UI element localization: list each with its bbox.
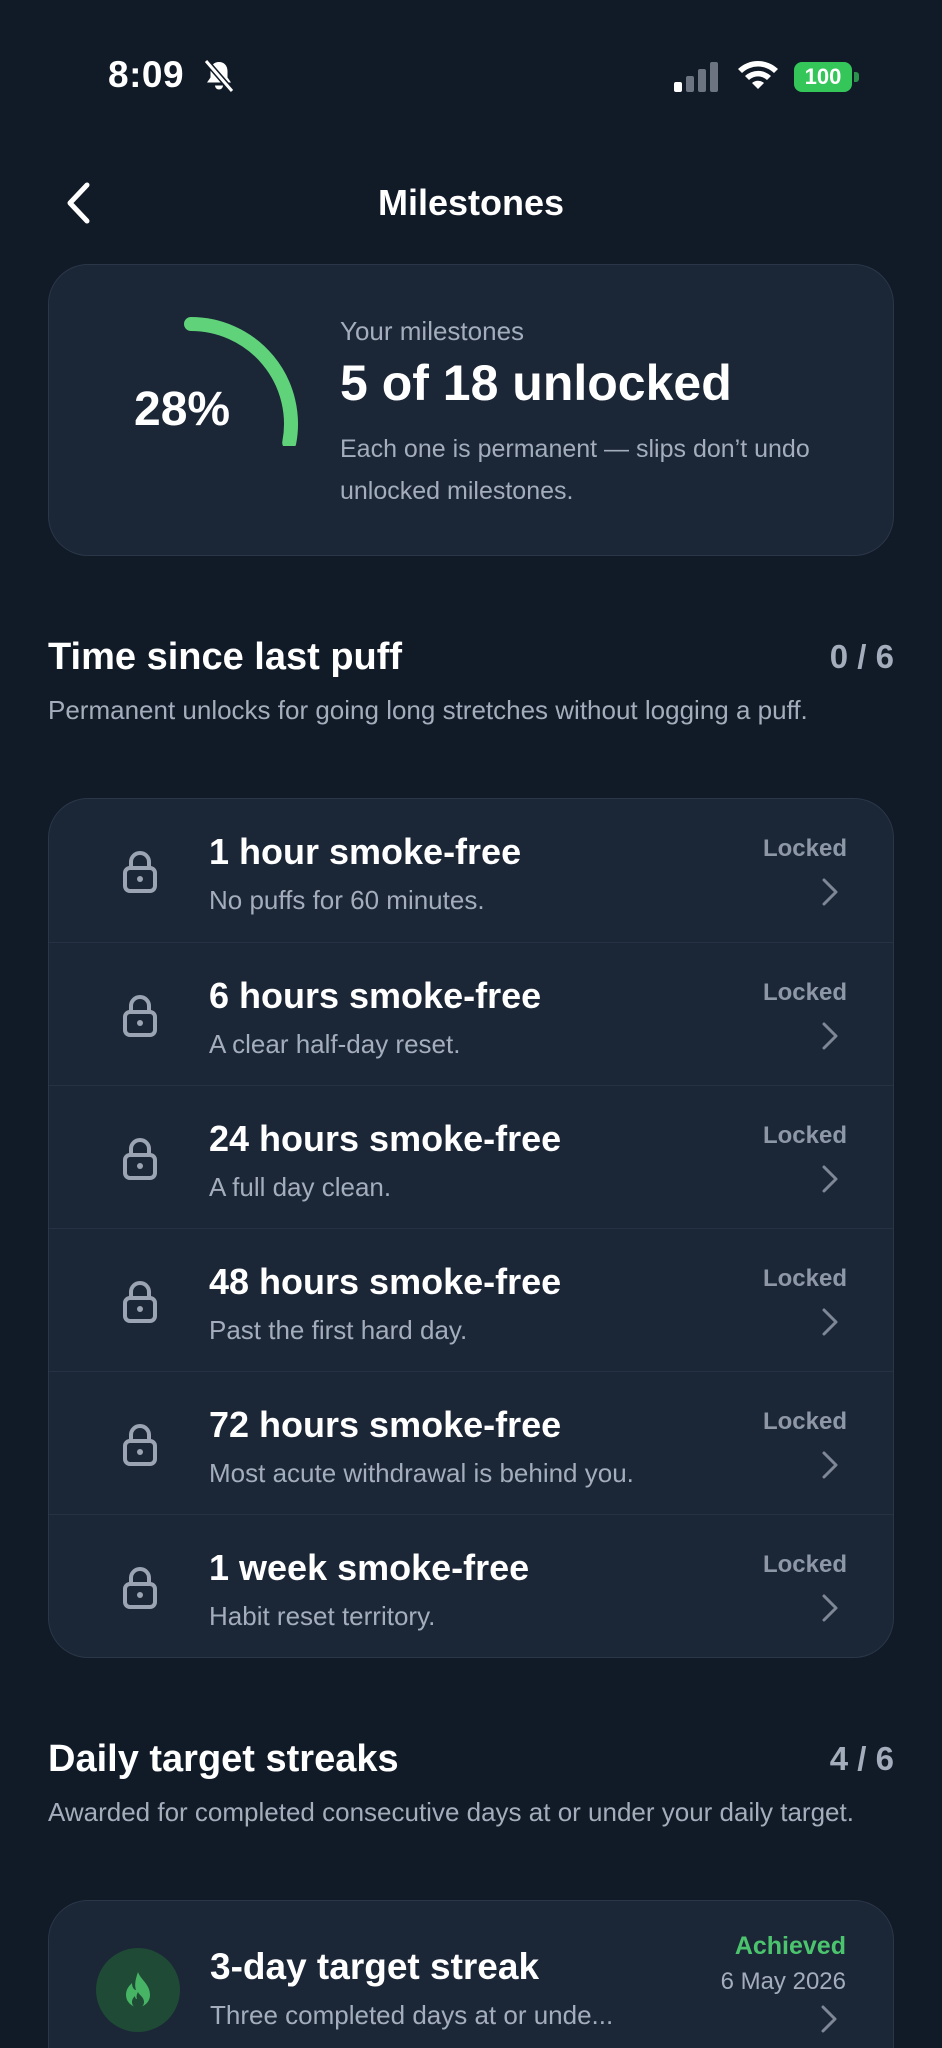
lock-icon [123,1567,157,1609]
milestone-status: Locked [762,979,847,1006]
summary-headline: 5 of 18 unlocked [340,355,732,411]
battery-icon: 100 [794,62,860,92]
chevron-right-icon [821,2005,837,2033]
milestone-title: 48 hours smoke-free [209,1261,562,1302]
milestone-subtitle: No puffs for 60 minutes. [209,885,485,915]
battery-level: 100 [794,62,852,92]
milestone-row[interactable]: 48 hours smoke-free Past the first hard … [49,1228,893,1371]
summary-note: Each one is permanent — slips don’t undo… [340,435,810,505]
status-time: 8:09 [108,54,185,95]
milestone-subtitle: Most acute withdrawal is behind you. [209,1458,634,1488]
status-bar: 8:09 100 [0,0,942,150]
lock-icon [123,1424,157,1466]
milestone-subtitle: Three completed days at or unde... [210,2000,614,2030]
chevron-right-icon [822,1451,838,1479]
section-count-time: 0 / 6 [829,638,894,675]
section-title-streaks: Daily target streaks [48,1738,399,1780]
milestone-row[interactable]: 1 week smoke-free Habit reset territory.… [49,1514,893,1657]
lock-icon [123,851,157,893]
milestone-title: 1 hour smoke-free [209,831,522,872]
lock-icon [123,1138,157,1180]
milestone-status-achieved: Achieved [734,1932,846,1960]
milestone-status: Locked [762,1408,847,1435]
milestone-date: 6 May 2026 [720,1968,846,1995]
lock-icon [123,995,157,1037]
milestone-title: 72 hours smoke-free [209,1404,562,1445]
section-description-streaks: Awarded for completed consecutive days a… [48,1797,854,1827]
milestone-row[interactable]: 24 hours smoke-free A full day clean. Lo… [49,1085,893,1228]
milestone-subtitle: Habit reset territory. [209,1601,436,1631]
milestone-row[interactable]: 1 hour smoke-free No puffs for 60 minute… [49,799,893,942]
milestone-status: Locked [762,1265,847,1292]
milestone-list: 1 hour smoke-free No puffs for 60 minute… [48,798,894,1658]
section-description-time: Permanent unlocks for going long stretch… [48,695,808,725]
milestone-row[interactable]: 72 hours smoke-free Most acute withdrawa… [49,1371,893,1514]
milestone-row[interactable]: 6 hours smoke-free A clear half-day rese… [49,942,893,1085]
flame-badge [96,1948,180,2032]
milestone-status: Locked [762,1122,847,1149]
milestone-title: 24 hours smoke-free [209,1118,562,1159]
chevron-right-icon [822,878,838,906]
bell-slash-icon [203,59,235,93]
wifi-icon [738,61,778,89]
section-count-streaks: 4 / 6 [829,1740,894,1777]
flame-icon [126,1972,150,2008]
summary-kicker: Your milestones [340,316,525,346]
milestone-title: 3-day target streak [210,1946,540,1987]
page-title: Milestones [377,182,565,223]
milestone-subtitle: Past the first hard day. [209,1315,468,1345]
cellular-signal-icon [674,62,718,92]
progress-percent: 28% [134,383,231,436]
milestone-title: 1 week smoke-free [209,1547,530,1588]
milestone-status: Locked [762,835,847,862]
milestone-status: Locked [762,1551,847,1578]
chevron-right-icon [822,1022,838,1050]
chevron-right-icon [822,1594,838,1622]
chevron-right-icon [822,1308,838,1336]
milestone-subtitle: A full day clean. [209,1172,392,1202]
milestone-subtitle: A clear half-day reset. [209,1029,461,1059]
section-title-time: Time since last puff [48,636,403,678]
milestone-title: 6 hours smoke-free [209,975,542,1016]
chevron-right-icon [822,1165,838,1193]
lock-icon [123,1281,157,1323]
